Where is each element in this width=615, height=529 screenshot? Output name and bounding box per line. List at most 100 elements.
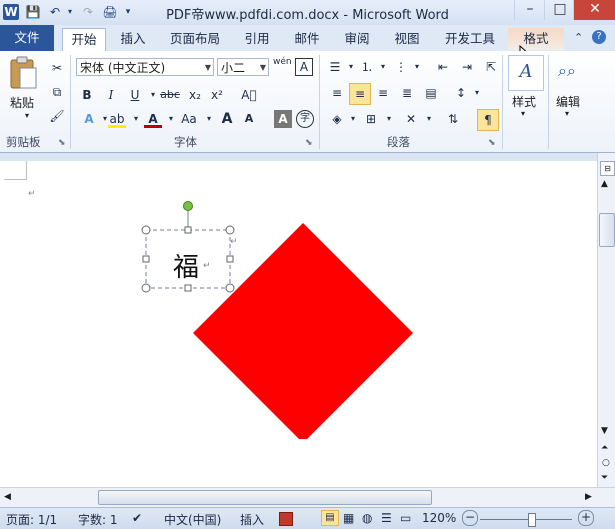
font-name-combo[interactable]: 宋体 (中文正文) ▼ [76,58,214,76]
tab-references[interactable]: 引用 [236,28,278,50]
tab-mailings[interactable]: 邮件 [286,28,328,50]
tab-view[interactable]: 视图 [386,28,428,50]
justify-icon[interactable]: ≣ [398,84,416,102]
resize-handle[interactable] [184,226,192,234]
document-area[interactable]: ↵ 福 ↵ ↵ [0,161,597,487]
zoom-in-icon[interactable]: + [578,510,594,526]
clear-formatting-icon[interactable]: A⃠ [240,86,258,104]
resize-handle[interactable] [225,225,235,235]
chevron-down-icon[interactable]: ▾ [374,58,392,76]
macro-record-icon[interactable] [279,512,293,526]
cut-icon[interactable]: ✂ [48,59,66,77]
horizontal-scroll-thumb[interactable] [98,490,432,505]
styles-dropdown-icon[interactable]: ▾ [521,109,525,118]
subscript-button[interactable]: x₂ [186,86,204,104]
tab-review[interactable]: 审阅 [336,28,378,50]
web-layout-icon[interactable]: ◍ [362,511,372,525]
tab-home[interactable]: 开始 [62,28,106,52]
next-page-icon[interactable]: ⏷ [601,473,608,483]
chinese-layout-icon[interactable]: ⇱ [482,58,500,76]
shrink-font-button[interactable]: A [240,110,258,128]
change-case-button[interactable]: Aa [178,110,200,128]
show-formatting-marks-icon[interactable]: ¶ [477,109,499,131]
outline-view-icon[interactable]: ☰ [381,511,392,525]
strikethrough-button[interactable]: abc [158,86,182,104]
proofing-icon[interactable]: ✔ [132,511,142,525]
draft-view-icon[interactable]: ▭ [400,511,411,525]
full-screen-reading-icon[interactable]: ▦ [343,511,354,525]
grow-font-button[interactable]: A [218,110,236,128]
chevron-down-icon[interactable]: ▾ [408,58,426,76]
ribbon-collapse-icon[interactable]: ⌃ [574,31,583,44]
styles-icon[interactable]: A [508,55,544,91]
font-size-combo[interactable]: 小二 ▼ [217,58,269,76]
language-indicator[interactable]: 中文(中国) [164,511,221,528]
paste-dropdown-icon[interactable]: ▾ [25,111,29,120]
tab-insert[interactable]: 插入 [112,28,154,50]
underline-button[interactable]: U [126,86,144,104]
font-launcher-icon[interactable]: ⬊ [305,138,313,148]
scroll-down-icon[interactable]: ▼ [601,426,608,436]
paragraph-launcher-icon[interactable]: ⬊ [488,138,496,148]
tab-format[interactable]: 格式 [508,28,564,50]
decrease-indent-icon[interactable]: ⇤ [434,58,452,76]
align-center-icon[interactable]: ≡ [349,83,371,105]
character-border-button[interactable]: A [295,58,313,76]
chevron-down-icon[interactable]: ▾ [380,110,398,128]
horizontal-scrollbar[interactable]: ◀ ▶ [0,487,615,508]
zoom-slider-thumb[interactable] [528,513,536,527]
print-layout-view-icon[interactable]: ▤ [321,510,339,526]
close-button[interactable]: ✕ [573,0,615,20]
chevron-down-icon[interactable]: ▾ [127,110,145,128]
maximize-button[interactable]: □ [544,0,575,20]
scroll-left-icon[interactable]: ◀ [4,492,11,502]
distributed-icon[interactable]: ▤ [422,84,440,102]
increase-indent-icon[interactable]: ⇥ [458,58,476,76]
character-shading-icon[interactable]: A [274,110,292,128]
sort-icon[interactable]: ⇅ [444,110,462,128]
phonetic-guide-button[interactable]: wén [273,58,292,76]
chevron-down-icon[interactable]: ▾ [200,110,218,128]
word-count[interactable]: 字数: 1 [78,511,118,528]
vertical-scrollbar[interactable]: ⊟ ▲ ▼ ⏶ ○ ⏷ [597,153,615,487]
scroll-right-icon[interactable]: ▶ [585,492,592,502]
resize-handle[interactable] [226,255,234,263]
zoom-slider-track[interactable] [480,519,572,520]
highlight-color-icon[interactable]: ab [108,110,126,128]
italic-button[interactable]: I [102,86,120,104]
browse-object-icon[interactable]: ○ [602,458,610,468]
clipboard-launcher-icon[interactable]: ⬊ [58,138,66,148]
editing-dropdown-icon[interactable]: ▾ [565,109,569,118]
resize-handle[interactable] [141,225,151,235]
zoom-out-icon[interactable]: − [462,510,478,526]
enclose-characters-button[interactable]: 字 [296,110,314,128]
text-direction-icon[interactable]: ✕ [402,110,420,128]
insert-mode-indicator[interactable]: 插入 [240,511,264,528]
bold-button[interactable]: B [78,86,96,104]
text-box-content[interactable]: 福 [173,247,199,284]
font-color-button[interactable]: A [144,110,162,128]
align-right-icon[interactable]: ≡ [374,84,392,102]
tab-file[interactable]: 文件 [0,25,54,51]
view-ruler-icon[interactable]: ⊟ [600,161,615,176]
binoculars-icon[interactable]: ⌕⌕ [558,61,576,81]
vertical-scroll-thumb[interactable] [599,213,615,247]
align-left-icon[interactable]: ≡ [328,84,346,102]
tab-page-layout[interactable]: 页面布局 [163,28,227,50]
paste-button[interactable] [8,55,38,91]
rotate-handle[interactable] [183,201,193,211]
tab-developer[interactable]: 开发工具 [438,28,502,50]
zoom-level[interactable]: 120% [422,511,456,525]
superscript-button[interactable]: x² [208,86,226,104]
chevron-down-icon[interactable]: ▾ [468,84,486,102]
resize-handle[interactable] [184,284,192,292]
scroll-up-icon[interactable]: ▲ [601,179,608,189]
copy-icon[interactable]: ⧉ [48,83,66,101]
minimize-button[interactable]: – [514,0,545,20]
previous-page-icon[interactable]: ⏶ [601,443,608,453]
help-icon[interactable]: ? [592,30,606,44]
page-count[interactable]: 页面: 1/1 [6,511,57,528]
red-diamond-shape[interactable] [193,223,413,439]
resize-handle[interactable] [142,255,150,263]
chevron-down-icon[interactable]: ▾ [420,110,438,128]
